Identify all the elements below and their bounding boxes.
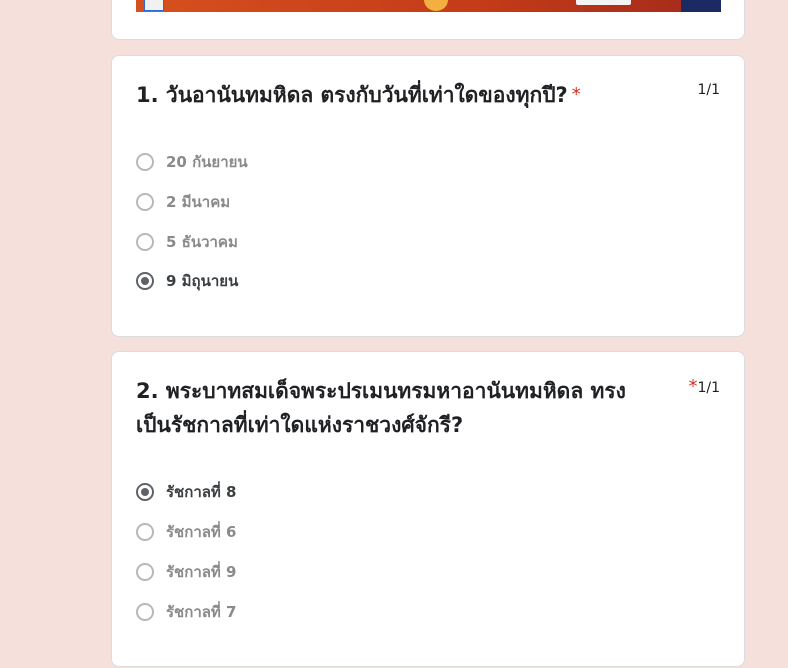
radio-option-q2-2[interactable]: รัชกาลที่ 9 [136,560,236,584]
header-image-card [111,0,745,40]
question-card-2: 2. พระบาทสมเด็จพระปรเมนทรมหาอานันทมหิดล … [111,351,745,667]
option-label: 9 มิถุนายน [166,272,239,290]
radio-button[interactable] [136,563,154,581]
radio-option-q2-0[interactable]: รัชกาลที่ 8 [136,480,236,504]
option-label: 5 ธันวาคม [166,233,238,251]
option-label: รัชกาลที่ 6 [166,523,237,541]
radio-button[interactable] [136,523,154,541]
radio-option-q2-1[interactable]: รัชกาลที่ 6 [136,520,236,544]
question-card-1: 1. วันอานันทมหิดล ตรงกับวันที่เท่าใดของท… [111,55,745,337]
banner-logo-icon [144,0,164,11]
radio-button-selected[interactable] [136,483,154,501]
radio-option-q1-2[interactable]: 5 ธันวาคม [136,230,238,254]
radio-option-q1-0[interactable]: 20 กันยายน [136,150,248,174]
question-title-1: 1. วันอานันทมหิดล ตรงกับวันที่เท่าใดของท… [136,83,581,107]
radio-button[interactable] [136,193,154,211]
banner-badge [576,0,631,5]
radio-button[interactable] [136,233,154,251]
option-label: รัชกาลที่ 7 [166,603,237,621]
option-label: 2 มีนาคม [166,193,231,211]
option-label: รัชกาลที่ 9 [166,563,237,581]
question-score-2: *1/1 [688,376,720,397]
option-label: รัชกาลที่ 8 [166,483,237,501]
radio-option-q1-1[interactable]: 2 มีนาคม [136,190,230,214]
question-score-1: 1/1 [697,82,720,98]
radio-button[interactable] [136,603,154,621]
header-banner-image [136,0,721,12]
radio-option-q2-3[interactable]: รัชกาลที่ 7 [136,600,236,624]
option-label: 20 กันยายน [166,153,248,171]
radio-option-q1-3[interactable]: 9 มิถุนายน [136,269,238,293]
required-asterisk: * [571,84,581,105]
radio-button[interactable] [136,153,154,171]
radio-button-selected[interactable] [136,272,154,290]
question-title-2: 2. พระบาทสมเด็จพระปรเมนทรมหาอานันทมหิดล … [136,379,626,437]
